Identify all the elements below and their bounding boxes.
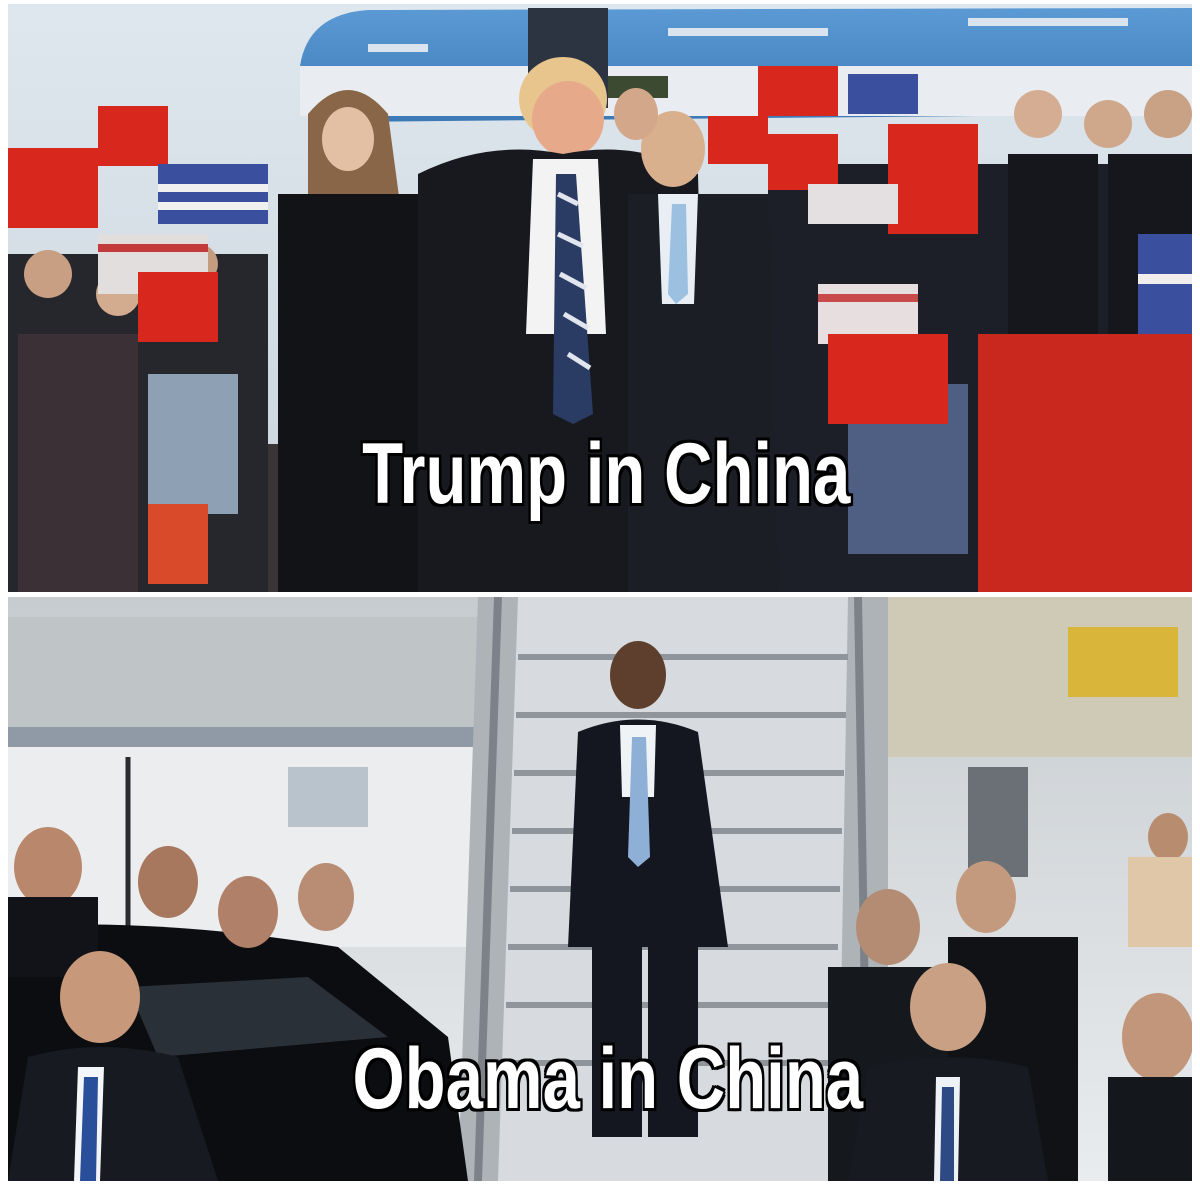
meme-image: Trump in China Obama in China bbox=[0, 0, 1200, 1185]
top-photo-panel: Trump in China bbox=[8, 4, 1192, 592]
caption-trump-in-china: Trump in China bbox=[362, 426, 851, 522]
caption-obama-in-china: Obama in China bbox=[352, 1031, 864, 1127]
plane-body-left bbox=[8, 617, 488, 737]
bottom-photo-panel: Obama in China bbox=[8, 597, 1192, 1181]
